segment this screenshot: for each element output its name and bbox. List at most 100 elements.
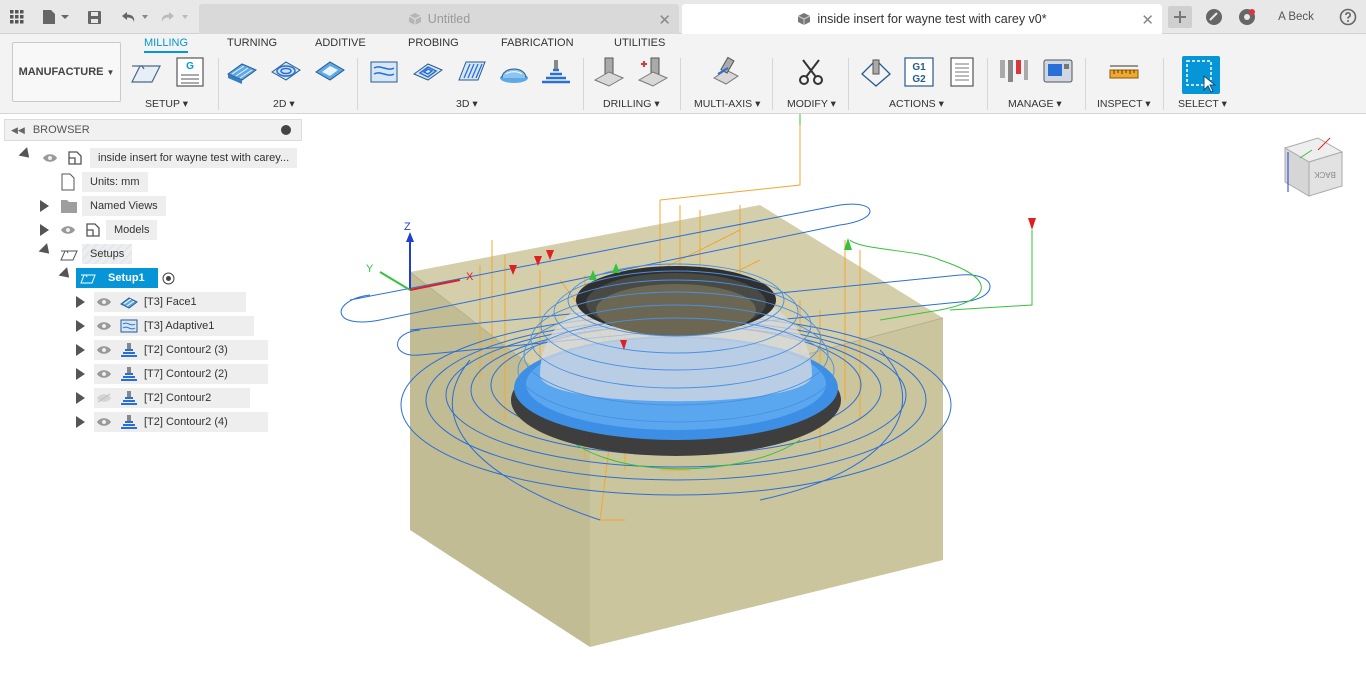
tree-setups[interactable]: Setups	[38, 243, 133, 264]
post-process-icon[interactable]: G1 G2	[903, 56, 935, 88]
contour-operation-icon	[121, 391, 137, 405]
hole-recognition-icon[interactable]	[637, 56, 669, 88]
group-setup[interactable]: SETUP ▾	[145, 98, 188, 110]
ribbon-toolbar: MANUFACTURE ▼ MILLING TURNING ADDITIVE P…	[0, 34, 1366, 114]
view-cube[interactable]: BACK	[1283, 137, 1344, 197]
nc-program-icon[interactable]: G	[174, 56, 206, 88]
3d-contour-icon[interactable]	[540, 56, 572, 88]
visibility-eye-icon[interactable]	[96, 297, 112, 307]
3d-pocket-icon[interactable]	[412, 56, 444, 88]
group-manage[interactable]: MANAGE ▾	[1008, 98, 1062, 110]
operation-row-contour2-2[interactable]: [T7] Contour2 (2)	[74, 364, 268, 384]
group-2d[interactable]: 2D ▾	[273, 98, 295, 110]
hidden-eye-icon[interactable]	[96, 393, 112, 403]
activate-radio-icon[interactable]	[162, 272, 175, 285]
multi-axis-icon[interactable]	[710, 56, 742, 88]
machine-library-icon[interactable]	[1042, 56, 1074, 88]
tab-utilities[interactable]: UTILITIES	[614, 37, 665, 49]
operation-row-contour2-4[interactable]: [T2] Contour2 (4)	[74, 412, 268, 432]
2d-pocket-icon[interactable]	[314, 56, 346, 88]
group-multi-axis[interactable]: MULTI-AXIS ▾	[694, 98, 760, 110]
group-modify[interactable]: MODIFY ▾	[787, 98, 836, 110]
setup-sheet-icon[interactable]	[946, 56, 978, 88]
file-menu-icon[interactable]	[40, 7, 70, 27]
design-cube-icon	[797, 12, 811, 26]
setup1-row[interactable]: Setup1	[76, 268, 158, 288]
redo-icon[interactable]	[158, 7, 192, 27]
contour-operation-icon	[121, 415, 137, 429]
operation-row-contour2-3[interactable]: [T2] Contour2 (3)	[74, 340, 268, 360]
close-tab-icon[interactable]: ✕	[1141, 11, 1154, 29]
app-grid-icon[interactable]	[8, 7, 26, 27]
design-cube-icon	[408, 12, 422, 26]
document-settings-icon	[61, 173, 75, 191]
user-account-name[interactable]: A Beck	[1270, 7, 1322, 27]
new-setup-icon[interactable]	[130, 56, 162, 88]
visibility-eye-icon[interactable]	[42, 153, 58, 163]
title-bar: Untitled ✕ inside insert for wayne test …	[0, 0, 1366, 34]
expand-down-icon[interactable]	[58, 267, 74, 282]
scissors-icon[interactable]	[795, 56, 827, 88]
expand-right-icon[interactable]	[76, 296, 85, 308]
tree-root-document[interactable]: inside insert for wayne test with carey.…	[18, 147, 298, 168]
browser-title: BROWSER	[32, 124, 90, 136]
notifications-icon[interactable]	[1237, 7, 1257, 27]
group-3d[interactable]: 3D ▾	[456, 98, 478, 110]
tool-library-icon[interactable]	[998, 56, 1030, 88]
tab-active-document[interactable]: inside insert for wayne test with carey …	[682, 4, 1162, 34]
expand-down-icon[interactable]	[18, 147, 34, 162]
job-status-icon[interactable]	[1204, 7, 1224, 27]
drill-icon[interactable]	[593, 56, 625, 88]
browser-options-icon[interactable]	[281, 125, 291, 135]
visibility-eye-icon[interactable]	[96, 321, 112, 331]
select-button[interactable]	[1182, 56, 1220, 94]
3d-adaptive-icon[interactable]	[368, 56, 400, 88]
group-inspect[interactable]: INSPECT ▾	[1097, 98, 1151, 110]
tab-milling[interactable]: MILLING	[144, 37, 189, 53]
tree-setup1[interactable]: Setup1	[58, 267, 175, 288]
visibility-eye-icon[interactable]	[96, 345, 112, 355]
workspace-switcher-button[interactable]: MANUFACTURE ▼	[12, 42, 121, 102]
visibility-eye-icon[interactable]	[96, 417, 112, 427]
expand-down-icon[interactable]	[38, 243, 54, 258]
2d-face-icon[interactable]	[226, 56, 258, 88]
expand-right-icon[interactable]	[76, 416, 85, 428]
tree-units[interactable]: Units: mm	[58, 172, 148, 192]
expand-right-icon[interactable]	[76, 344, 85, 356]
g1-text: G1	[912, 62, 926, 73]
tree-models[interactable]: Models	[38, 220, 158, 240]
tree-named-views[interactable]: Named Views	[38, 196, 166, 216]
expand-right-icon[interactable]	[76, 320, 85, 332]
undo-icon[interactable]	[118, 7, 152, 27]
visibility-eye-icon[interactable]	[60, 225, 76, 235]
help-icon[interactable]	[1338, 7, 1358, 27]
close-tab-icon[interactable]: ✕	[658, 11, 671, 29]
expand-right-icon[interactable]	[40, 224, 49, 236]
expand-right-icon[interactable]	[76, 392, 85, 404]
operation-row-contour2[interactable]: [T2] Contour2	[74, 388, 250, 408]
tab-probing[interactable]: PROBING	[408, 37, 459, 49]
operation-row-adaptive1[interactable]: [T3] Adaptive1	[74, 316, 254, 336]
2d-adaptive-icon[interactable]	[270, 56, 302, 88]
group-actions[interactable]: ACTIONS ▾	[889, 98, 944, 110]
g-code-text: G	[186, 61, 194, 72]
3d-parallel-icon[interactable]	[456, 56, 488, 88]
operation-row-face1[interactable]: [T3] Face1	[74, 292, 246, 312]
group-drilling[interactable]: DRILLING ▾	[603, 98, 660, 110]
collapse-browser-icon[interactable]: ◀◀	[11, 125, 25, 136]
tab-turning[interactable]: TURNING	[227, 37, 277, 49]
group-select[interactable]: SELECT ▾	[1178, 98, 1227, 110]
3d-scallop-icon[interactable]	[498, 56, 530, 88]
expand-right-icon[interactable]	[76, 368, 85, 380]
tab-fabrication[interactable]: FABRICATION	[501, 37, 574, 49]
simulate-icon[interactable]	[860, 56, 892, 88]
tab-additive[interactable]: ADDITIVE	[315, 37, 366, 49]
measure-icon[interactable]	[1108, 56, 1140, 88]
save-icon[interactable]	[85, 7, 103, 27]
canvas-viewport[interactable]: Z Y X BACK	[305, 114, 1366, 677]
new-tab-icon[interactable]	[1168, 6, 1192, 28]
expand-right-icon[interactable]	[40, 200, 49, 212]
model-scene[interactable]: Z Y X BACK	[305, 114, 1366, 677]
visibility-eye-icon[interactable]	[96, 369, 112, 379]
tab-untitled[interactable]: Untitled ✕	[199, 4, 679, 34]
